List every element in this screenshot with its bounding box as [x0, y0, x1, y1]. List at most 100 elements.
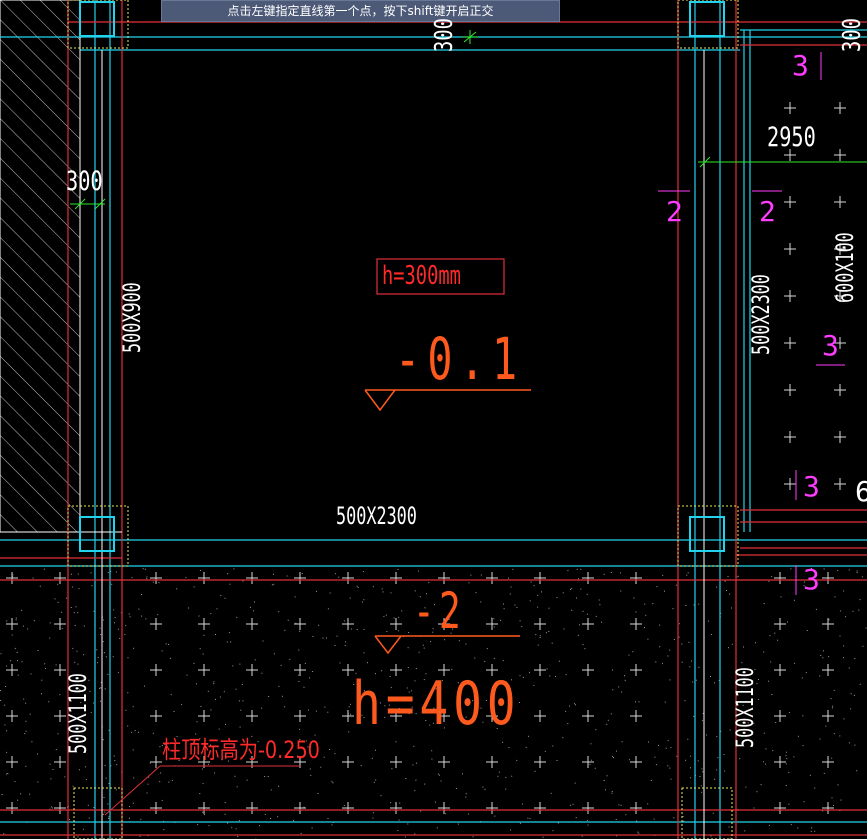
slab-dot [790, 824, 792, 826]
plus-mark [389, 801, 403, 815]
slab-dot [731, 607, 733, 609]
slab-dot [533, 585, 535, 587]
slab-dot [44, 668, 46, 669]
slab-dot [556, 597, 558, 599]
slab-dot [187, 607, 189, 609]
slab-dot [133, 777, 135, 779]
slab-dot [615, 819, 617, 820]
slab-dot [548, 631, 550, 632]
slab-dot [128, 613, 130, 615]
slab-dot [161, 650, 163, 652]
slab-dot [545, 632, 547, 634]
slab-dot [104, 764, 106, 766]
slab-dot [273, 573, 274, 575]
slab-dot [343, 620, 345, 622]
slab-dot [621, 691, 623, 693]
slab-dot [238, 700, 240, 702]
slab-dot [125, 709, 127, 711]
slab-dot [840, 799, 842, 801]
slab-dot [605, 789, 606, 791]
slab-dot [25, 730, 27, 732]
slab-dot [375, 779, 377, 781]
slab-dot [612, 755, 613, 757]
slab-dot [373, 781, 375, 783]
slab-dot [239, 726, 241, 728]
slab-dot [3, 833, 5, 835]
slab-dot [29, 793, 31, 795]
slab-dot [621, 741, 623, 743]
slab-dot [149, 762, 151, 764]
slab-dot [227, 573, 229, 575]
slab-dot [533, 684, 535, 686]
slab-dot [503, 608, 505, 610]
slab-dot [550, 792, 552, 794]
slab-dot [235, 828, 237, 830]
slab-bottom-thickness: h=400 [352, 669, 521, 739]
slab-dot [134, 730, 136, 732]
slab-dot [201, 811, 203, 813]
slab-dot [323, 756, 325, 758]
slab-dot [717, 757, 719, 759]
slab-dot [6, 665, 8, 667]
slab-dot [351, 628, 353, 630]
slab-dot [309, 768, 311, 770]
slab-dot [159, 781, 161, 783]
slab-dot [70, 607, 72, 608]
slab-dot [514, 604, 516, 606]
slab-dot [253, 610, 255, 612]
plus-mark [341, 617, 355, 631]
slab-dot [741, 662, 743, 664]
plus-mark [245, 801, 259, 815]
slab-dot [113, 609, 115, 611]
plus-mark [833, 430, 847, 444]
slab-dot [220, 594, 222, 596]
slab-dot [57, 583, 59, 585]
slab-dot [239, 663, 241, 665]
slab-dot [571, 609, 573, 611]
slab-dot [628, 759, 630, 761]
slab-dot [655, 661, 657, 663]
slab-dot [127, 725, 129, 727]
slab-dot [685, 759, 687, 761]
slab-dot [407, 647, 409, 649]
slab-dot [562, 737, 564, 739]
plus-mark [53, 571, 67, 585]
slab-dot [407, 667, 409, 668]
slab-dot [856, 572, 858, 574]
slab-dot [575, 817, 577, 819]
slab-dot [327, 818, 329, 819]
slab-dot [422, 644, 424, 646]
slab-dot [580, 568, 582, 570]
slab-dot [303, 686, 305, 688]
slab-dot [381, 588, 383, 590]
slab-dot [390, 592, 392, 594]
slab-dot [805, 672, 807, 674]
slab-dot [310, 774, 312, 776]
plus-mark [341, 755, 355, 769]
slab-dot [235, 688, 237, 690]
slab-dot [96, 649, 98, 651]
slab-dot [14, 781, 16, 783]
slab-dot [50, 778, 52, 780]
slab-dot [102, 641, 104, 643]
slab-dot [484, 788, 486, 790]
slab-dot [772, 750, 774, 752]
slab-dot [858, 609, 860, 611]
slab-dot [595, 615, 597, 617]
slab-dot [140, 818, 142, 820]
slab-dot [753, 807, 755, 809]
slab-dot [571, 588, 573, 590]
slab-dot [230, 641, 232, 643]
plus-mark [149, 801, 163, 815]
slab-dot [171, 779, 173, 781]
slab-dot [810, 830, 812, 832]
slab-dot [327, 711, 329, 713]
slab-dot [823, 568, 825, 570]
slab-dot [530, 581, 532, 583]
slab-dot [603, 573, 605, 575]
slab-dot [312, 671, 314, 672]
slab-dot [468, 582, 470, 584]
slab-dot [197, 824, 199, 826]
slab-dot [610, 713, 612, 715]
cad-canvas[interactable]: 点击左键指定直线第一个点，按下shift键开启正交 300 300 300 29… [0, 0, 867, 839]
